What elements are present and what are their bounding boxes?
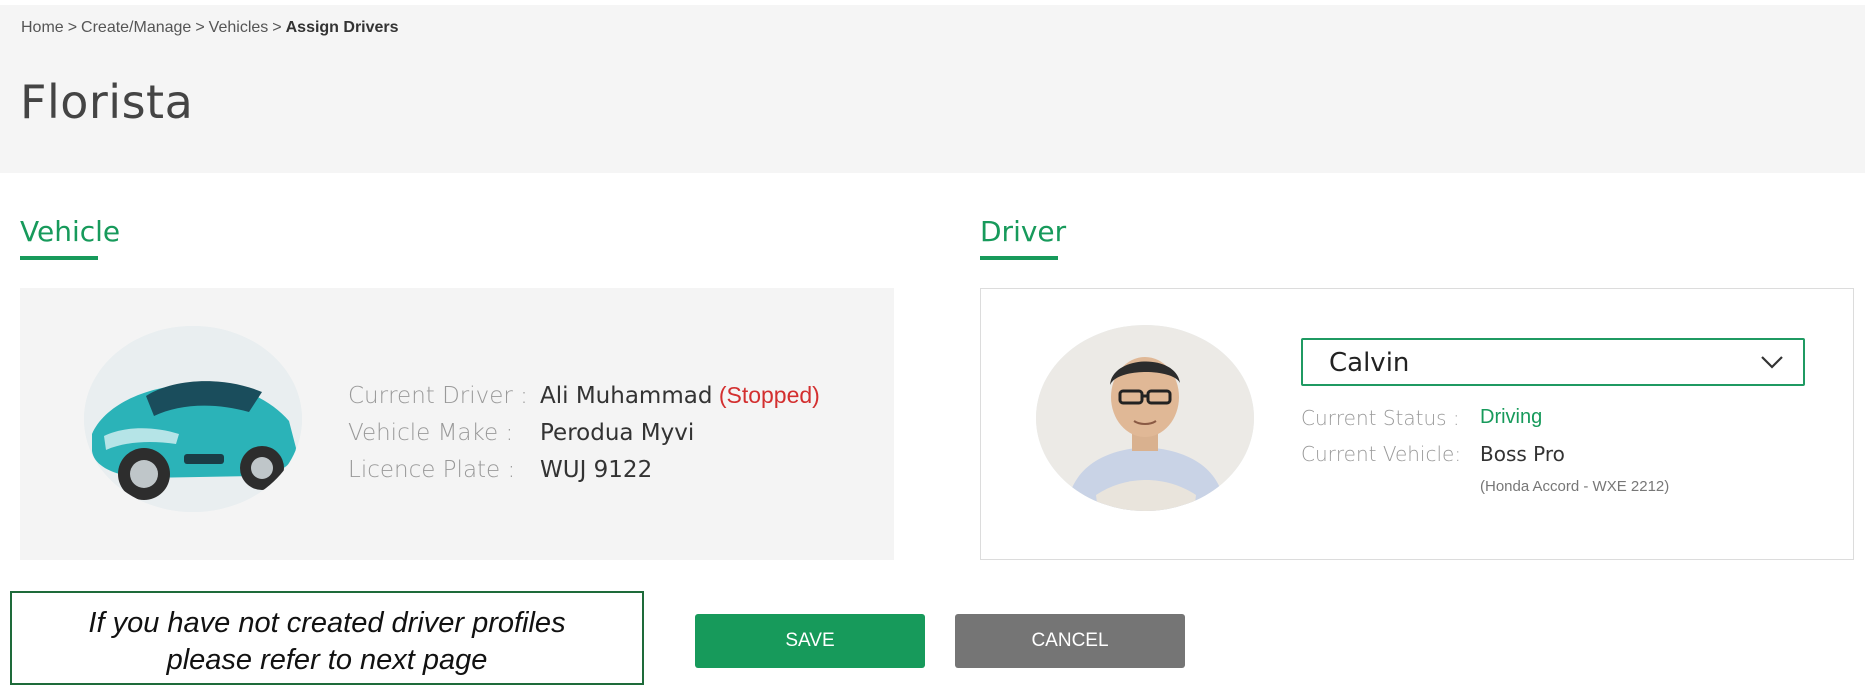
current-driver-label: Current Driver : <box>348 383 528 409</box>
breadcrumb-create-manage[interactable]: Create/Manage <box>81 19 191 36</box>
chevron-down-icon <box>1761 356 1783 369</box>
current-driver-value-row: Ali Muhammad (Stopped) <box>540 382 820 409</box>
vehicle-make-value-row: Perodua Myvi <box>540 419 694 446</box>
breadcrumb-separator: > <box>272 19 282 36</box>
driver-avatar <box>1036 325 1254 511</box>
car-icon <box>84 326 302 512</box>
driver-vehicle-value: Boss Pro <box>1480 442 1565 466</box>
driver-vehicle-value-row: Boss Pro <box>1480 442 1565 467</box>
breadcrumb-vehicles[interactable]: Vehicles <box>209 19 269 36</box>
driver-status-value: Driving <box>1480 406 1543 428</box>
vehicle-section-title: Vehicle <box>20 215 121 248</box>
info-note: If you have not created driver profiles … <box>10 591 644 685</box>
vehicle-make-value: Perodua Myvi <box>540 420 695 446</box>
licence-plate-label: Licence Plate : <box>348 457 516 483</box>
licence-plate-row: Licence Plate : <box>348 456 515 483</box>
driver-card: Calvin Current Status : Driving Current … <box>980 288 1854 560</box>
info-note-line-1: If you have not created driver profiles <box>88 607 566 639</box>
driver-vehicle-label: Current Vehicle: <box>1301 442 1462 466</box>
save-button[interactable]: SAVE <box>695 614 925 668</box>
current-driver-status: (Stopped) <box>718 382 820 408</box>
cancel-button[interactable]: CANCEL <box>955 614 1185 668</box>
vehicle-section-underline <box>20 256 98 260</box>
vehicle-make-label: Vehicle Make : <box>348 420 514 446</box>
driver-status-label: Current Status : <box>1301 406 1460 430</box>
person-icon <box>1036 325 1254 511</box>
driver-vehicle-row: Current Vehicle: <box>1301 442 1461 467</box>
info-note-line-2: please refer to next page <box>166 644 488 676</box>
breadcrumb: Home > Create/Manage > Vehicles > Assign Drive… <box>21 19 399 37</box>
driver-status-value-row: Driving <box>1480 406 1542 429</box>
page-title: Florista <box>20 75 194 129</box>
vehicle-image <box>84 326 302 512</box>
breadcrumb-separator: > <box>67 19 78 36</box>
driver-vehicle-detail: (Honda Accord - WXE 2212) <box>1480 478 1670 495</box>
licence-plate-value: WUJ 9122 <box>540 457 653 483</box>
page-header: Home > Create/Manage > Vehicles > Assign Drive… <box>0 5 1865 173</box>
driver-select-value: Calvin <box>1329 348 1410 378</box>
current-driver-value: Ali Muhammad <box>540 383 713 409</box>
driver-status-row: Current Status : <box>1301 406 1460 431</box>
driver-section-title: Driver <box>980 215 1067 248</box>
breadcrumb-home[interactable]: Home <box>21 19 64 36</box>
breadcrumb-separator: > <box>195 19 205 36</box>
vehicle-make-row: Vehicle Make : <box>348 419 513 446</box>
current-driver-row: Current Driver : <box>348 382 528 409</box>
breadcrumb-current: Assign Drivers <box>285 19 399 36</box>
vehicle-card: Current Driver : Ali Muhammad (Stopped) … <box>20 288 894 560</box>
driver-select[interactable]: Calvin <box>1301 338 1805 386</box>
licence-plate-value-row: WUJ 9122 <box>540 456 652 483</box>
driver-section-underline <box>980 256 1058 260</box>
